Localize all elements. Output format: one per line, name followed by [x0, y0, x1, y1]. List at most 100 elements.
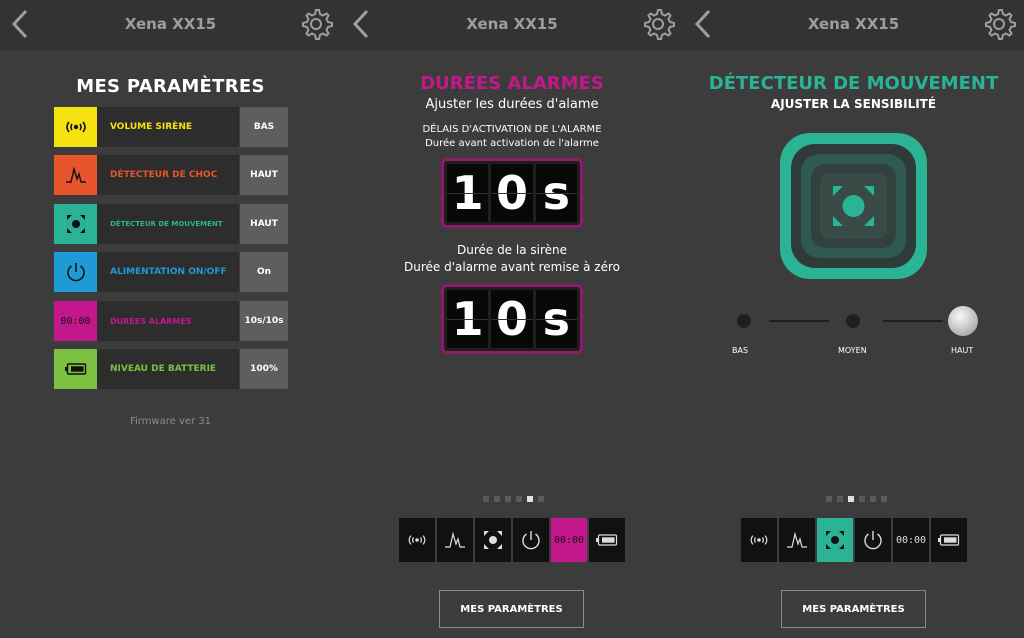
- activation-delay-counter[interactable]: 1 0 s: [441, 158, 583, 228]
- siren-icon: [750, 535, 768, 545]
- tab-battery[interactable]: [589, 518, 625, 562]
- battery-icon: [596, 534, 618, 546]
- timer-icon-text: 00:00: [60, 315, 91, 327]
- app-title: Xena XX15: [124, 15, 217, 33]
- page-dot[interactable]: [483, 496, 489, 502]
- power-icon: [864, 531, 882, 550]
- top-bar: Xena XX15: [683, 0, 1024, 50]
- setting-value[interactable]: 100%: [240, 349, 288, 389]
- tab-shock[interactable]: [437, 518, 473, 562]
- counter-digit[interactable]: 1: [447, 164, 489, 222]
- setting-label: DURÉES ALARMES: [97, 301, 239, 341]
- my-settings-button[interactable]: MES PARAMÈTRES: [439, 590, 584, 628]
- gear-icon[interactable]: [299, 7, 333, 41]
- setting-label: DÉTECTEUR DE MOUVEMENT: [97, 204, 239, 244]
- motion-detector-screen: Xena XX15 DÉTECTEUR DE MOUVEMENT AJUSTER…: [683, 0, 1024, 638]
- tab-shock[interactable]: [779, 518, 815, 562]
- setting-row-durations[interactable]: 00:00 DURÉES ALARMES 10s/10s: [54, 301, 288, 341]
- timer-icon: 00:00: [895, 534, 927, 546]
- setting-value[interactable]: HAUT: [240, 155, 288, 195]
- tab-siren[interactable]: [741, 518, 777, 562]
- sensitivity-medium-option[interactable]: [846, 314, 860, 328]
- tab-motion[interactable]: [475, 518, 511, 562]
- counter-digit[interactable]: 0: [491, 290, 533, 348]
- page-title: DURÉES ALARMES: [420, 73, 604, 94]
- feature-tabbar: 00:00: [741, 518, 967, 562]
- setting-value[interactable]: 10s/10s: [240, 301, 288, 341]
- counter-unit: s: [535, 290, 578, 348]
- app-title: Xena XX15: [807, 15, 900, 33]
- page-dot[interactable]: [538, 496, 544, 502]
- power-icon: [54, 252, 97, 292]
- gear-icon[interactable]: [641, 7, 675, 41]
- page-indicator: [826, 496, 887, 502]
- page-dot-active[interactable]: [848, 496, 854, 502]
- tab-motion-active[interactable]: [817, 518, 853, 562]
- setting-label: VOLUME SIRÈNE: [97, 107, 239, 147]
- motion-icon: [826, 531, 844, 549]
- counter-digit[interactable]: 1: [447, 290, 489, 348]
- siren-duration-counter[interactable]: 1 0 s: [441, 284, 583, 354]
- timer-icon: 00:00: [553, 534, 585, 546]
- siren-icon: [408, 535, 426, 545]
- page-dot[interactable]: [859, 496, 865, 502]
- setting-row-battery[interactable]: NIVEAU DE BATTERIE 100%: [54, 349, 288, 389]
- page-dot[interactable]: [494, 496, 500, 502]
- page-indicator: [483, 496, 544, 502]
- page-dot[interactable]: [881, 496, 887, 502]
- top-bar: Xena XX15: [341, 0, 683, 50]
- setting-row-power[interactable]: ALIMENTATION ON/OFF On: [54, 252, 288, 292]
- sensitivity-low-option[interactable]: [737, 314, 751, 328]
- setting-label: DÉTECTEUR DE CHOC: [97, 155, 239, 195]
- tab-durations-active[interactable]: 00:00: [551, 518, 587, 562]
- tab-durations[interactable]: 00:00: [893, 518, 929, 562]
- motion-sensor-icon: [780, 133, 927, 279]
- setting-row-siren[interactable]: VOLUME SIRÈNE BAS: [54, 107, 288, 147]
- motion-icon: [54, 204, 97, 244]
- gear-icon[interactable]: [982, 7, 1016, 41]
- page-dot[interactable]: [505, 496, 511, 502]
- counter-unit: s: [535, 164, 578, 222]
- activation-subtitle: Durée avant activation de l'alarme: [425, 138, 599, 149]
- page-dot[interactable]: [870, 496, 876, 502]
- setting-row-motion[interactable]: DÉTECTEUR DE MOUVEMENT HAUT: [54, 204, 288, 244]
- shock-icon: [445, 531, 465, 548]
- shock-icon: [787, 531, 807, 548]
- page-dot[interactable]: [826, 496, 832, 502]
- setting-row-shock[interactable]: DÉTECTEUR DE CHOC HAUT: [54, 155, 288, 195]
- firmware-version: Firmware ver 31: [129, 416, 212, 427]
- app-title: Xena XX15: [466, 15, 558, 33]
- setting-value[interactable]: HAUT: [240, 204, 288, 244]
- setting-value[interactable]: BAS: [240, 107, 288, 147]
- motion-icon: [484, 531, 502, 549]
- sensitivity-label-low: BAS: [732, 346, 749, 355]
- page-dot-active[interactable]: [527, 496, 533, 502]
- counter-digit[interactable]: 0: [491, 164, 533, 222]
- setting-value[interactable]: On: [240, 252, 288, 292]
- siren-icon: [54, 107, 97, 147]
- top-bar: Xena XX15: [0, 0, 341, 50]
- my-settings-button[interactable]: MES PARAMÈTRES: [781, 590, 926, 628]
- page-dot[interactable]: [837, 496, 843, 502]
- sensitivity-track: [883, 320, 943, 322]
- battery-icon: [54, 349, 97, 389]
- tab-power[interactable]: [513, 518, 549, 562]
- page-title: MES PARAMÈTRES: [76, 76, 265, 97]
- sensitivity-label-high: HAUT: [951, 346, 974, 355]
- page-dot[interactable]: [516, 496, 522, 502]
- feature-tabbar: 00:00: [399, 518, 625, 562]
- page-subtitle: AJUSTER LA SENSIBILITÉ: [770, 97, 937, 111]
- battery-icon: [938, 534, 960, 546]
- page-subtitle: Ajuster les durées d'alame: [425, 97, 599, 112]
- setting-label: NIVEAU DE BATTERIE: [97, 349, 239, 389]
- sensitivity-high-option-selected[interactable]: [948, 306, 978, 336]
- siren-title: Durée de la sirène: [456, 243, 568, 257]
- tab-siren[interactable]: [399, 518, 435, 562]
- tab-battery[interactable]: [931, 518, 967, 562]
- siren-subtitle: Durée d'alarme avant remise à zéro: [404, 260, 620, 274]
- tab-power[interactable]: [855, 518, 891, 562]
- power-icon: [522, 531, 540, 550]
- durations-screen: Xena XX15 DURÉES ALARMES Ajuster les dur…: [341, 0, 683, 638]
- page-title: DÉTECTEUR DE MOUVEMENT: [708, 73, 999, 94]
- shock-icon: [54, 155, 97, 195]
